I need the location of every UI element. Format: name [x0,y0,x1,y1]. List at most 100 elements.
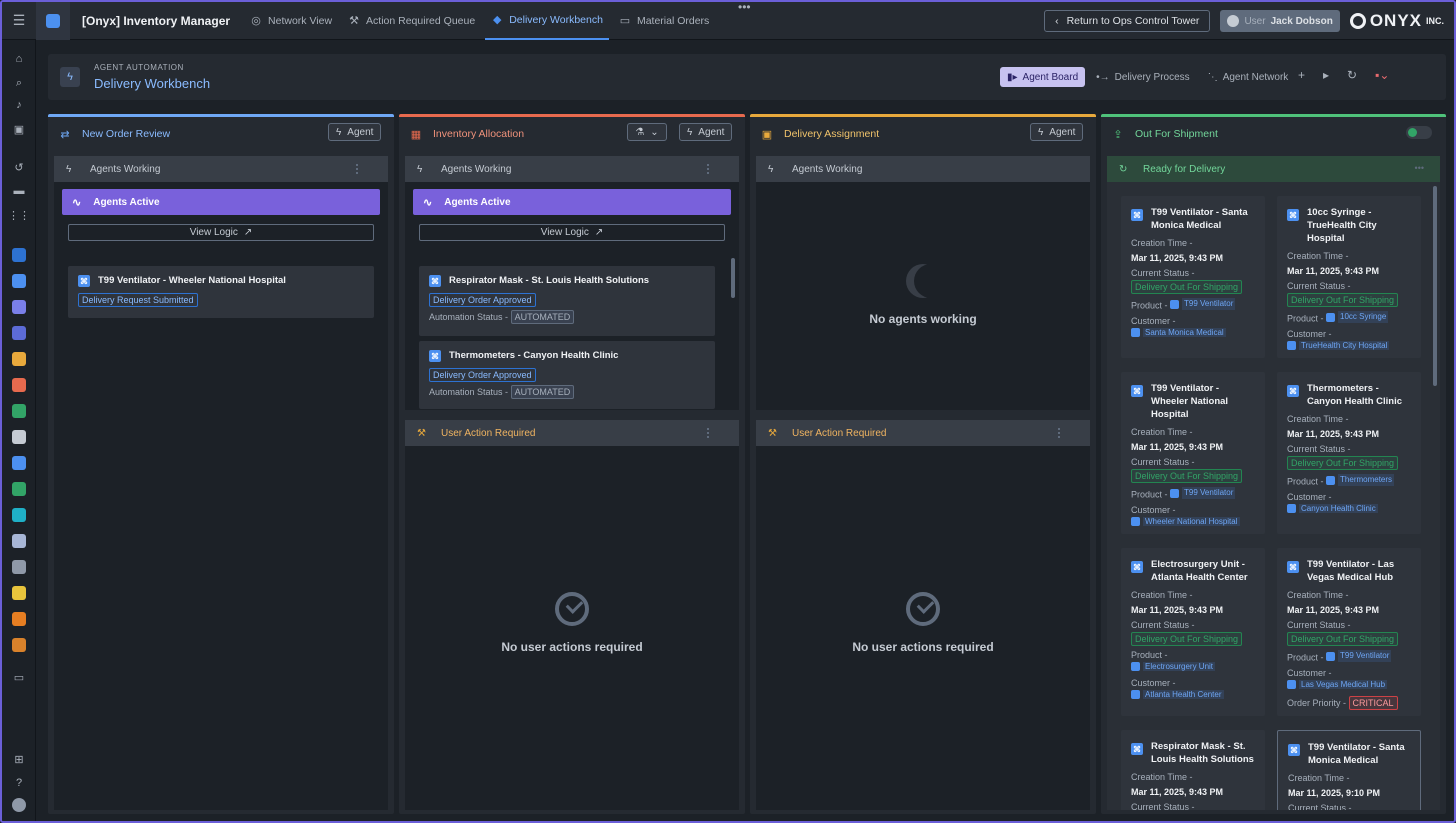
app-object-explorer-icon[interactable] [12,326,26,340]
product-link[interactable]: Thermometers [1326,474,1395,486]
cube-icon: ◆ [492,14,502,26]
product-link[interactable]: T99 Ventilator [1326,650,1392,662]
return-to-ops-button[interactable]: ‹ Return to Ops Control Tower [1044,10,1211,32]
shipment-card[interactable]: ⌘ T99 Ventilator - Santa Monica Medical C… [1277,730,1421,810]
agents-active-bar[interactable]: ∿ Agents Active [62,189,380,215]
help-icon[interactable]: ? [12,776,26,790]
play-icon[interactable]: ▸ [1323,68,1329,82]
tab-action-required-queue[interactable]: ⚒ Action Required Queue [342,2,481,40]
shipment-card[interactable]: ⌘ Thermometers - Canyon Health Clinic Cre… [1277,372,1421,534]
app-fusion-icon[interactable] [12,482,26,496]
app-quiver-icon[interactable] [12,300,26,314]
app-aip-logic-icon[interactable] [12,586,26,600]
app-foundry-icon[interactable] [12,560,26,574]
column-inventory-allocation: ▦ Inventory Allocation ⚗ ⌄ ϟ Agent ϟ Age… [399,114,745,814]
hammer-icon: ⚒ [417,427,426,439]
tab-network-view[interactable]: ◎ Network View [244,2,338,40]
product-link[interactable]: T99 Ventilator [1170,487,1236,499]
app-icon[interactable] [36,2,70,40]
add-icon[interactable]: + [1298,68,1305,82]
order-card[interactable]: ⌘ Respirator Mask - St. Louis Health Solu… [419,266,715,336]
drag-handle-icon[interactable] [1058,428,1062,438]
menu-icon[interactable]: ☰ [2,2,36,40]
drag-handle-icon[interactable] [356,164,360,174]
user-badge[interactable]: User Jack Dobson [1220,10,1340,32]
scrollbar[interactable] [731,258,735,298]
scrollbar[interactable] [1433,186,1437,386]
empty-message: No agents working [869,312,977,326]
shipment-card[interactable]: ⌘ Electrosurgery Unit - Atlanta Health Ce… [1121,548,1265,716]
app-automate-icon[interactable] [12,612,26,626]
product-link[interactable]: T99 Ventilator [1170,298,1236,310]
drag-handle-icon[interactable]: ••• [738,2,751,13]
kv-label: Current Status - [1287,281,1351,291]
order-card[interactable]: ⌘ T99 Ventilator - Wheeler National Hospi… [68,266,374,318]
tab-delivery-process[interactable]: •→ Delivery Process [1089,67,1197,87]
view-logic-button[interactable]: View Logic ↗ [68,224,374,241]
tab-material-orders[interactable]: ▭ Material Orders [613,2,715,40]
app-contour-icon[interactable] [12,352,26,366]
left-rail: ⌂ ⌕ ♪ ▣ ↺ ▬ ⋮⋮ ▭ ⊞ ? [2,40,36,821]
customer-link[interactable]: Canyon Health Clinic [1287,503,1378,513]
product-link[interactable]: 10cc Syringe [1326,311,1389,323]
section-title: Agents Working [441,163,512,175]
kv-label: Creation Time - [1287,251,1349,261]
notifications-icon[interactable]: ♪ [12,98,26,112]
shipment-card[interactable]: ⌘ T99 Ventilator - Las Vegas Medical Hub … [1277,548,1421,716]
customer-link[interactable]: Santa Monica Medical [1131,327,1226,337]
customer-icon [1287,679,1296,689]
delete-icon[interactable]: ▪⌄ [1375,68,1389,82]
folder-open-icon[interactable]: ▭ [12,670,26,684]
kv-label: Current Status - [1287,620,1351,630]
customer-link[interactable]: Las Vegas Medical Hub [1287,679,1388,689]
status-tag: Delivery Out For Shipping [1287,293,1399,307]
card-title: T99 Ventilator - Santa Monica Medical [1308,742,1405,766]
column-toggle[interactable] [1406,126,1432,139]
flask-dropdown-button[interactable]: ⚗ ⌄ [627,123,667,141]
tab-agent-network[interactable]: ⋱ Agent Network [1201,67,1296,87]
tab-label: Agent Board [1022,71,1079,83]
view-logic-button[interactable]: View Logic ↗ [419,224,725,241]
shipment-card[interactable]: ⌘ T99 Ventilator - Wheeler National Hospi… [1121,372,1265,534]
folder-icon[interactable]: ▬ [12,184,26,198]
app-vertex-icon[interactable] [12,456,26,470]
tab-agent-board[interactable]: ▮▸ Agent Board [1000,67,1086,87]
agent-button[interactable]: ϟ Agent [679,123,733,141]
customer-link[interactable]: Atlanta Health Center [1131,690,1224,699]
customer-link[interactable]: TrueHealth City Hospital [1287,340,1390,350]
apps-grid-icon[interactable]: ⋮⋮ [8,208,30,222]
tab-delivery-workbench[interactable]: ◆ Delivery Workbench [485,2,609,40]
home-icon[interactable]: ⌂ [12,52,26,66]
inbox-icon[interactable]: ▣ [12,122,26,136]
card-title: Respirator Mask - St. Louis Health Solut… [1151,741,1254,765]
app-notepad-icon[interactable] [12,430,26,444]
search-icon[interactable]: ⌕ [12,76,26,90]
agents-active-bar[interactable]: ∿ Agents Active [413,189,731,215]
onyx-logo-mark-icon [1349,13,1366,29]
toggle-knob [1408,128,1417,137]
kv-label: Product - [1287,313,1324,324]
refresh-icon[interactable]: ↻ [1347,68,1357,82]
app-ontology-icon[interactable] [12,274,26,288]
app-workshop-icon[interactable] [12,248,26,262]
agent-button[interactable]: ϟ Agent [1030,123,1084,141]
history-icon[interactable]: ↺ [12,160,26,174]
app-pipeline-icon[interactable] [12,378,26,392]
more-icon[interactable]: ••• [1415,163,1424,173]
shipment-card[interactable]: ⌘ T99 Ventilator - Santa Monica Medical C… [1121,196,1265,358]
item-icon: ⌘ [1287,561,1299,573]
app-graph-icon[interactable] [12,508,26,522]
app-database-icon[interactable] [12,638,26,652]
agent-button[interactable]: ϟ Agent [328,123,382,141]
drag-handle-icon[interactable] [707,164,711,174]
app-code-icon[interactable] [12,404,26,418]
avatar[interactable] [12,798,26,812]
help-grid-icon[interactable]: ⊞ [12,752,26,766]
app-slate-icon[interactable] [12,534,26,548]
order-card[interactable]: ⌘ Thermometers - Canyon Health Clinic Del… [419,341,715,409]
customer-link[interactable]: Wheeler National Hospital [1131,516,1240,526]
product-link[interactable]: Electrosurgery Unit [1131,662,1216,671]
drag-handle-icon[interactable] [707,428,711,438]
shipment-card[interactable]: ⌘ Respirator Mask - St. Louis Health Solu… [1121,730,1265,810]
shipment-card[interactable]: ⌘ 10cc Syringe - TrueHealth City Hospital… [1277,196,1421,358]
